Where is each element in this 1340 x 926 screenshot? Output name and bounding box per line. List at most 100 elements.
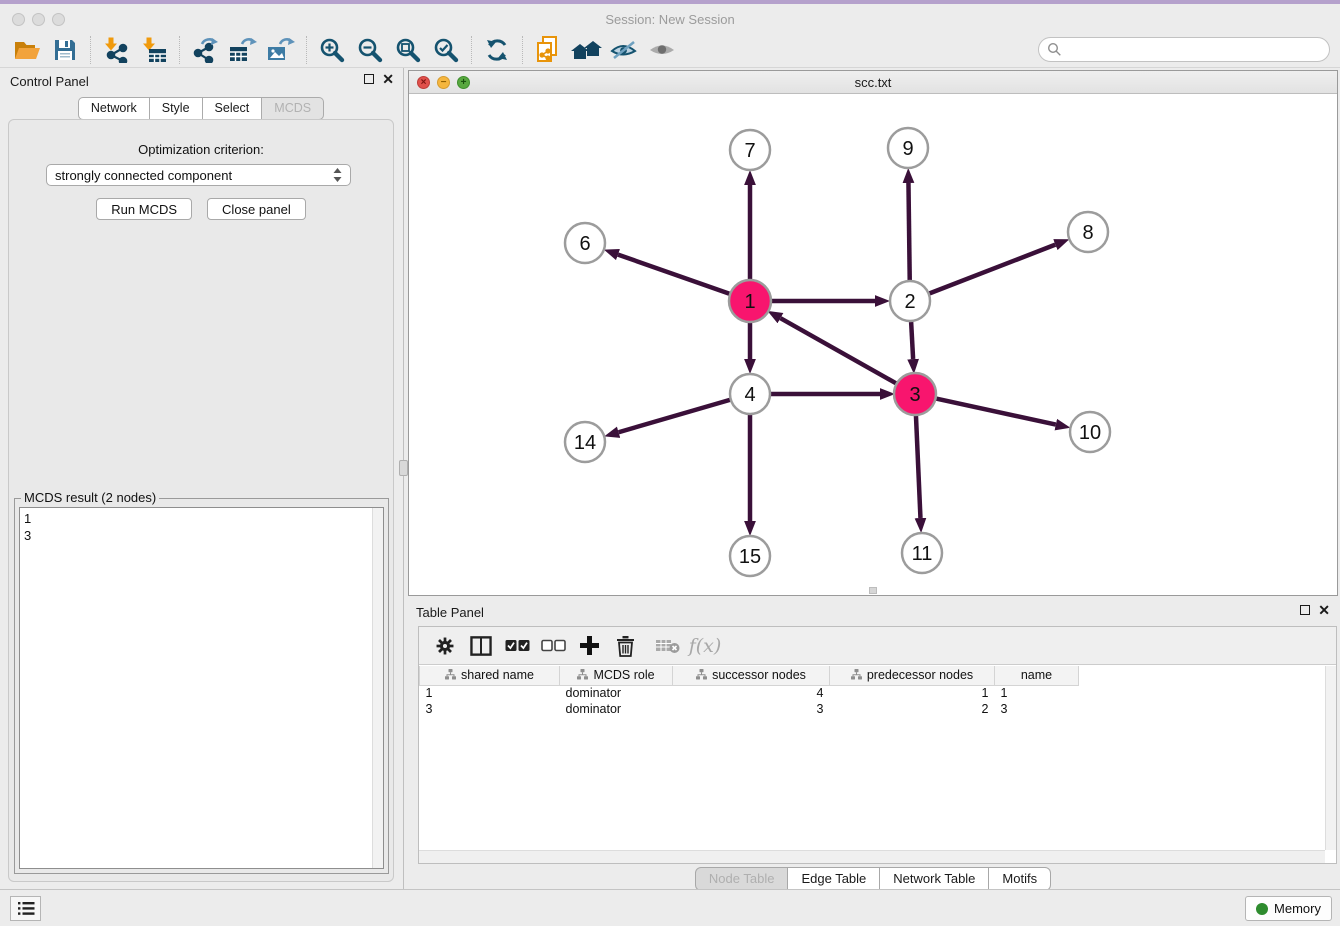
tab-motifs[interactable]: Motifs: [989, 867, 1051, 891]
table-row[interactable]: 3dominator323: [420, 701, 1079, 717]
zoom-out-icon: [357, 37, 383, 63]
open-session-button[interactable]: [8, 34, 46, 66]
eye-icon: [648, 39, 676, 61]
refresh-view-button[interactable]: [478, 34, 516, 66]
app-title: Session: New Session: [0, 12, 1340, 27]
node-label-10: 10: [1079, 422, 1101, 444]
canvas-resize-handle[interactable]: [869, 587, 877, 594]
memory-button[interactable]: Memory: [1245, 896, 1332, 921]
zoom-fit-button[interactable]: [389, 34, 427, 66]
node-table-body: 1dominator4113dominator323: [420, 685, 1079, 717]
add-column-button[interactable]: [571, 631, 607, 661]
home-layout-button[interactable]: [567, 34, 605, 66]
zoom-selected-button[interactable]: [427, 34, 465, 66]
node-label-2: 2: [904, 291, 915, 313]
table-cell: 4: [673, 685, 830, 701]
tab-edge-table[interactable]: Edge Table: [788, 867, 880, 891]
column-header-MCDS-role[interactable]: MCDS role: [560, 666, 673, 685]
panel-splitter[interactable]: [403, 68, 406, 892]
show-columns-button[interactable]: [463, 631, 499, 661]
network-overview-button[interactable]: [529, 34, 567, 66]
close-panel-icon[interactable]: ✕: [382, 74, 394, 84]
edge-2-9[interactable]: [908, 183, 909, 280]
column-header-successor-nodes[interactable]: successor nodes: [673, 666, 830, 685]
zoom-fit-icon: [395, 37, 421, 63]
table-panel-body: f(x) shared nameMCDS rolesuccessor nodes…: [418, 626, 1337, 864]
export-network-icon: [191, 37, 219, 63]
edge-1-6[interactable]: [618, 255, 730, 294]
show-panels-button[interactable]: [10, 896, 41, 921]
network-graph[interactable]: 1234678910111415: [409, 94, 1337, 597]
edge-3-11[interactable]: [916, 415, 921, 518]
network-file-icon: [535, 36, 561, 64]
app-titlebar: Session: New Session: [0, 8, 1340, 32]
node-label-8: 8: [1082, 222, 1093, 244]
table-settings-button[interactable]: [427, 631, 463, 661]
unchecked-boxes-icon: [541, 639, 566, 652]
splitter-handle[interactable]: [399, 460, 408, 476]
tab-mcds[interactable]: MCDS: [262, 97, 324, 120]
edge-2-3[interactable]: [911, 322, 913, 359]
table-panel-title: Table Panel: [416, 605, 484, 620]
float-table-panel-icon[interactable]: [1300, 605, 1310, 615]
float-panel-icon[interactable]: [364, 74, 374, 84]
column-header-predecessor-nodes[interactable]: predecessor nodes: [830, 666, 995, 685]
zoom-selected-icon: [433, 37, 459, 63]
table-cell: 1: [995, 685, 1079, 701]
table-row[interactable]: 1dominator411: [420, 685, 1079, 701]
deselect-all-button[interactable]: [535, 631, 571, 661]
export-network-button[interactable]: [186, 34, 224, 66]
result-scrollbar[interactable]: [372, 508, 383, 868]
close-table-panel-icon[interactable]: ✕: [1318, 605, 1330, 615]
table-horizontal-scrollbar[interactable]: [419, 850, 1325, 863]
export-table-button[interactable]: [224, 34, 262, 66]
zoom-in-button[interactable]: [313, 34, 351, 66]
search-input[interactable]: [1062, 42, 1312, 57]
search-field[interactable]: [1038, 37, 1330, 62]
save-floppy-icon: [53, 38, 77, 62]
close-panel-button[interactable]: Close panel: [207, 198, 306, 220]
network-canvas[interactable]: 1234678910111415: [409, 94, 1337, 595]
import-network-button[interactable]: [97, 34, 135, 66]
zoom-in-icon: [319, 37, 345, 63]
tab-node-table[interactable]: Node Table: [695, 867, 789, 891]
edge-3-10[interactable]: [936, 398, 1056, 424]
mcds-panel: Optimization criterion: strongly connect…: [8, 119, 394, 882]
tab-network[interactable]: Network: [78, 97, 150, 120]
toolbar-separator: [179, 36, 180, 64]
column-header-shared-name[interactable]: shared name: [420, 666, 560, 685]
edge-4-14[interactable]: [619, 400, 730, 432]
shared-column-icon: [445, 669, 456, 680]
node-label-6: 6: [579, 233, 590, 255]
delete-table-button[interactable]: [649, 631, 685, 661]
column-header-name[interactable]: name: [995, 666, 1079, 685]
edge-2-8[interactable]: [930, 245, 1056, 294]
hide-selected-button[interactable]: [605, 34, 643, 66]
show-all-button[interactable]: [643, 34, 681, 66]
application-window: Session: New Session: [0, 0, 1340, 926]
delete-column-button[interactable]: [607, 631, 643, 661]
zoom-out-button[interactable]: [351, 34, 389, 66]
export-image-button[interactable]: [262, 34, 300, 66]
node-label-7: 7: [744, 140, 755, 162]
save-session-button[interactable]: [46, 34, 84, 66]
node-label-11: 11: [912, 543, 933, 565]
tab-network-table[interactable]: Network Table: [880, 867, 989, 891]
node-table[interactable]: shared nameMCDS rolesuccessor nodesprede…: [419, 666, 1325, 850]
table-vertical-scrollbar[interactable]: [1325, 666, 1336, 850]
select-all-button[interactable]: [499, 631, 535, 661]
network-window-titlebar: × − + scc.txt: [409, 71, 1337, 94]
tab-select[interactable]: Select: [203, 97, 263, 120]
import-table-button[interactable]: [135, 34, 173, 66]
tab-style[interactable]: Style: [150, 97, 203, 120]
mcds-result-list[interactable]: 1 3: [19, 507, 384, 869]
toolbar-separator: [306, 36, 307, 64]
node-label-1: 1: [744, 291, 755, 313]
edge-3-1[interactable]: [780, 318, 896, 384]
delete-table-icon: [655, 637, 680, 654]
function-builder-button[interactable]: f(x): [685, 631, 721, 661]
houses-icon: [570, 38, 602, 62]
optimization-criterion-dropdown[interactable]: strongly connected component: [46, 164, 351, 186]
main-toolbar: [0, 32, 1340, 68]
run-mcds-button[interactable]: Run MCDS: [96, 198, 192, 220]
